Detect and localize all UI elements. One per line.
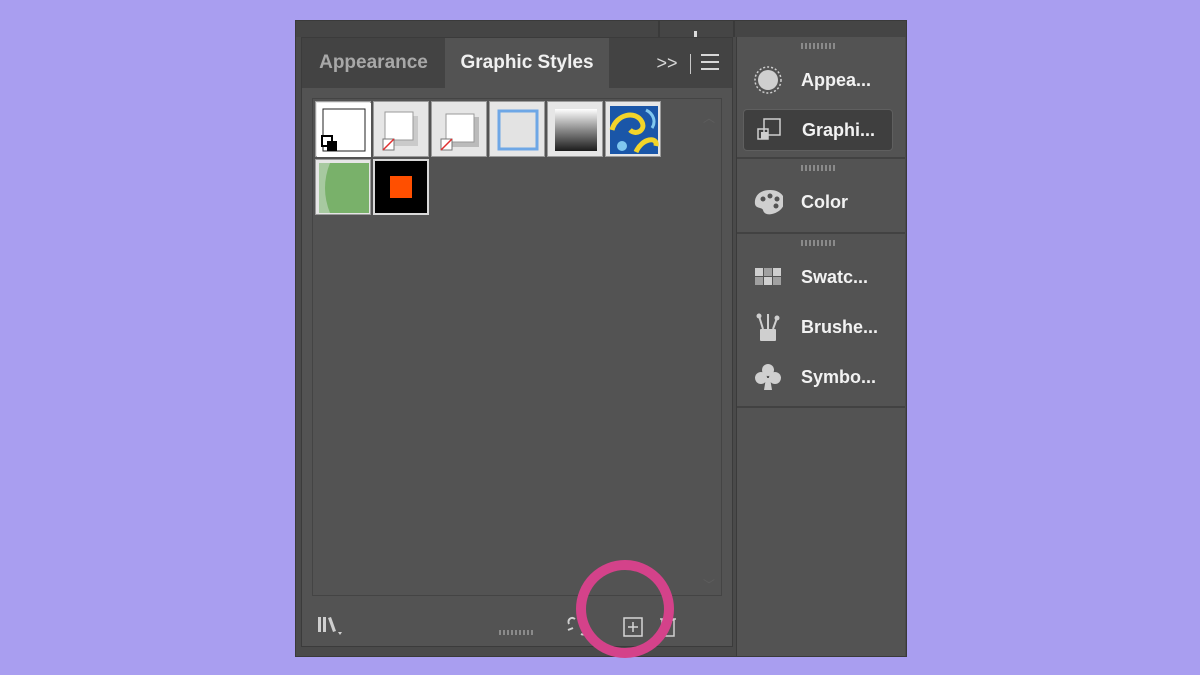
bottom-grip[interactable]	[499, 630, 535, 635]
swatches-icon	[755, 268, 781, 285]
scroll-down-arrow-icon[interactable]: ﹀	[703, 576, 715, 593]
scroll-up-arrow-icon[interactable]: ︿	[703, 109, 715, 126]
graphic-style-swatch-shadow-2[interactable]	[431, 101, 487, 157]
strip-divider	[733, 21, 735, 37]
blue-outline-icon	[497, 109, 539, 151]
color-palette-icon	[754, 190, 783, 215]
dock-item-color[interactable]: Color	[743, 182, 891, 222]
gradient-icon	[555, 109, 597, 151]
swirl-pattern-icon	[609, 106, 659, 154]
graphic-styles-library-icon[interactable]	[317, 614, 342, 638]
appearance-icon	[754, 66, 782, 94]
dock-group-grip[interactable]	[801, 240, 835, 246]
strip-divider	[658, 21, 660, 37]
dock-item-label: Brushe...	[801, 317, 879, 337]
default-style-icon	[317, 103, 371, 157]
brushes-icon	[756, 313, 780, 341]
graphic-style-swatch-shadow-1[interactable]	[373, 101, 429, 157]
right-panel-dock: Appea... Graphi... Color Swatc... Brushe…	[736, 37, 905, 656]
graphic-style-swatch-gradient[interactable]	[547, 101, 603, 157]
dock-separator	[737, 406, 905, 408]
graphic-styles-panel: Appearance Graphic Styles >> ︿ ﹀	[301, 37, 733, 647]
graphic-style-swatch-pattern[interactable]	[605, 101, 661, 157]
dock-item-label: Color	[801, 192, 848, 212]
dock-item-label: Appea...	[801, 70, 872, 90]
highlight-circle	[576, 560, 674, 658]
tab-graphic-styles[interactable]: Graphic Styles	[445, 38, 609, 88]
graphic-styles-icon	[757, 118, 781, 140]
graphic-styles-list: ︿ ﹀	[312, 98, 722, 596]
tab-separator	[690, 54, 691, 74]
panel-top-strip	[296, 21, 906, 37]
dock-group-grip[interactable]	[801, 165, 835, 171]
symbols-icon	[755, 364, 781, 390]
panel-window: Appearance Graphic Styles >> ︿ ﹀ Appea..…	[295, 20, 907, 657]
shadow-style-icon	[382, 111, 418, 151]
dock-item-graphic-styles[interactable]: Graphi...	[743, 109, 893, 151]
dock-item-symbols[interactable]: Symbo...	[743, 357, 891, 397]
dock-item-appearance[interactable]: Appea...	[743, 60, 891, 100]
dock-item-swatches[interactable]: Swatc...	[743, 257, 891, 297]
dock-item-label: Symbo...	[801, 367, 877, 387]
shadow-style-icon	[440, 113, 479, 151]
hamburger-menu-icon[interactable]	[701, 54, 721, 72]
tab-appearance[interactable]: Appearance	[302, 38, 445, 88]
dock-separator	[737, 157, 905, 159]
dock-item-label: Graphi...	[802, 120, 876, 140]
dock-item-label: Swatc...	[801, 267, 869, 287]
graphic-style-swatch-blue-outline[interactable]	[489, 101, 545, 157]
dock-separator	[737, 232, 905, 234]
graphic-style-swatch-orange-square[interactable]	[373, 159, 429, 215]
dock-item-brushes[interactable]: Brushe...	[743, 307, 891, 347]
dock-group-grip[interactable]	[801, 43, 835, 49]
graphic-style-swatch-default[interactable]	[315, 101, 371, 157]
green-shape-icon	[319, 163, 369, 213]
graphic-style-swatch-green-shape[interactable]	[315, 159, 371, 215]
orange-square-icon	[377, 163, 425, 211]
panel-tab-bar: Appearance Graphic Styles >>	[302, 38, 732, 88]
collapse-panels-button[interactable]: >>	[656, 52, 678, 74]
